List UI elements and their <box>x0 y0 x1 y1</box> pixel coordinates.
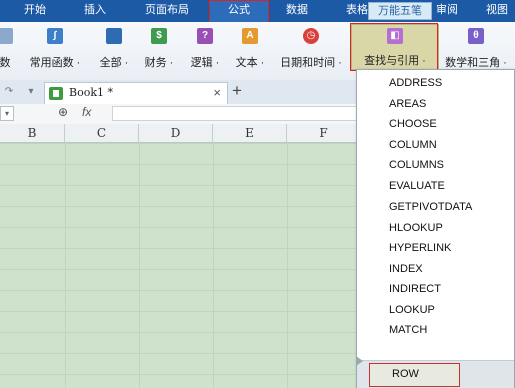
dropdown-item-areas[interactable]: AREAS <box>389 97 426 111</box>
new-tab-plus-icon[interactable]: + <box>232 81 242 101</box>
dropdown-item-getpivotdata[interactable]: GETPIVOTDATA <box>389 200 472 214</box>
logical-button[interactable]: ? 逻辑 · <box>185 28 225 70</box>
menu-data[interactable]: 数据 <box>280 0 314 22</box>
spreadsheet-icon <box>49 87 63 100</box>
insert-function-icon <box>0 28 13 44</box>
pointer-arrow-icon <box>356 356 363 366</box>
tab-menu-chevron-icon[interactable]: ▾ <box>24 84 38 100</box>
math-trig-icon: θ <box>468 28 484 44</box>
lookup-function-dropdown: ADDRESS AREAS CHOOSE COLUMN COLUMNS EVAL… <box>356 69 515 388</box>
dropdown-item-match[interactable]: MATCH <box>389 323 427 337</box>
menu-view[interactable]: 视图 <box>480 0 514 22</box>
dropdown-item-row[interactable]: ROW <box>369 363 460 387</box>
dropdown-item-column[interactable]: COLUMN <box>389 138 437 152</box>
fx-icon[interactable]: fx <box>82 105 91 119</box>
dropdown-item-indirect[interactable]: INDIRECT <box>389 282 441 296</box>
menu-review[interactable]: 审阅 <box>432 0 462 22</box>
text-button[interactable]: A 文本 · <box>230 28 270 70</box>
column-header-e[interactable]: E <box>213 124 287 142</box>
tab-book1[interactable]: Book1 * × <box>44 82 228 104</box>
lookup-button-highlight <box>350 23 438 71</box>
column-header-f[interactable]: F <box>287 124 361 142</box>
back-arrow-icon[interactable]: ↷ <box>2 84 16 100</box>
date-time-button[interactable]: ◷ 日期和时间 · <box>274 28 348 70</box>
zoom-icon[interactable]: ⊕ <box>58 105 68 119</box>
dropdown-item-hyperlink[interactable]: HYPERLINK <box>389 241 451 255</box>
all-functions-icon <box>106 28 122 44</box>
math-trig-button[interactable]: θ 数学和三角 · <box>438 28 514 70</box>
insert-function-button[interactable]: 数 <box>0 28 14 70</box>
column-header-c[interactable]: C <box>65 124 139 142</box>
ime-indicator: 万能五笔 <box>368 2 432 20</box>
menu-insert[interactable]: 插入 <box>78 0 112 22</box>
financial-button[interactable]: $ 财务 · <box>139 28 179 70</box>
financial-icon: $ <box>151 28 167 44</box>
tab-title: Book1 * <box>69 86 113 99</box>
common-functions-icon: ∫ <box>47 28 63 44</box>
menu-home[interactable]: 开始 <box>18 0 52 22</box>
all-functions-button[interactable]: 全部 · <box>94 28 134 70</box>
text-icon: A <box>242 28 258 44</box>
dropdown-item-hlookup[interactable]: HLOOKUP <box>389 221 443 235</box>
logical-icon: ? <box>197 28 213 44</box>
menu-page-layout[interactable]: 页面布局 <box>138 0 196 22</box>
date-time-icon: ◷ <box>303 28 319 44</box>
dropdown-item-choose[interactable]: CHOOSE <box>389 117 437 131</box>
close-icon[interactable]: × <box>213 85 221 100</box>
dropdown-item-columns[interactable]: COLUMNS <box>389 158 444 172</box>
dropdown-item-evaluate[interactable]: EVALUATE <box>389 179 445 193</box>
dropdown-item-lookup[interactable]: LOOKUP <box>389 303 435 317</box>
common-functions-button[interactable]: ∫ 常用函数 · <box>26 28 84 70</box>
formula-input[interactable] <box>112 106 362 121</box>
name-box-dropdown[interactable]: ▾ <box>0 106 14 121</box>
dropdown-highlight-strip: ROW <box>356 356 514 388</box>
column-header-b[interactable]: B <box>0 124 65 142</box>
dropdown-item-index[interactable]: INDEX <box>389 262 423 276</box>
dropdown-item-address[interactable]: ADDRESS <box>389 76 442 90</box>
column-header-d[interactable]: D <box>139 124 213 142</box>
